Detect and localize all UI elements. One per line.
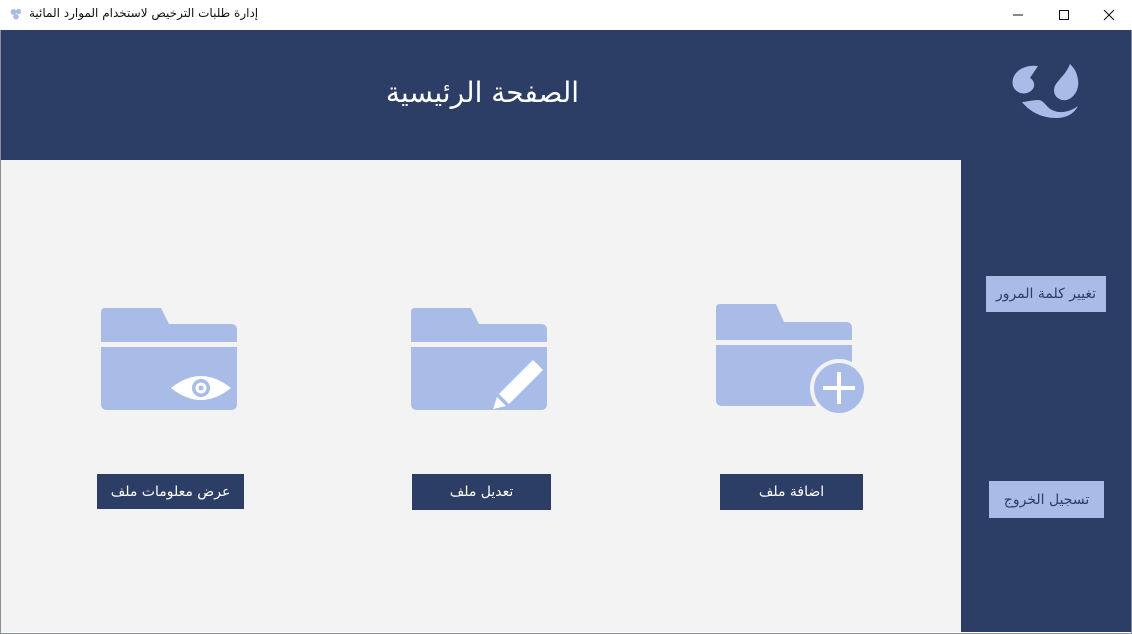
app-icon xyxy=(10,8,22,20)
sidebar xyxy=(961,160,1131,632)
add-file-button[interactable]: اضافة ملف xyxy=(720,474,863,510)
title-bar: إدارة طلبات الترخيص لاستخدام الموارد الم… xyxy=(0,0,1132,30)
maximize-button[interactable] xyxy=(1041,0,1087,30)
close-button[interactable] xyxy=(1086,0,1132,30)
page-title: الصفحة الرئيسية xyxy=(385,76,580,109)
close-icon xyxy=(1103,9,1115,21)
change-password-button[interactable]: تغيير كلمة المرور xyxy=(986,276,1106,312)
logout-button[interactable]: تسجيل الخروج xyxy=(989,481,1104,518)
maximize-icon xyxy=(1059,10,1069,20)
folder-pencil-icon[interactable] xyxy=(409,306,549,412)
header-bar: الصفحة الرئيسية xyxy=(1,30,1131,160)
folder-plus-icon[interactable] xyxy=(714,302,870,418)
view-file-button[interactable]: عرض معلومات ملف xyxy=(97,474,244,509)
minimize-button[interactable] xyxy=(995,0,1041,30)
window-title: إدارة طلبات الترخيص لاستخدام الموارد الم… xyxy=(29,6,259,20)
folder-eye-icon[interactable] xyxy=(99,306,239,412)
water-drops-logo-icon xyxy=(1012,64,1079,118)
edit-file-button[interactable]: تعديل ملف xyxy=(412,474,551,510)
minimize-icon xyxy=(1013,14,1023,16)
